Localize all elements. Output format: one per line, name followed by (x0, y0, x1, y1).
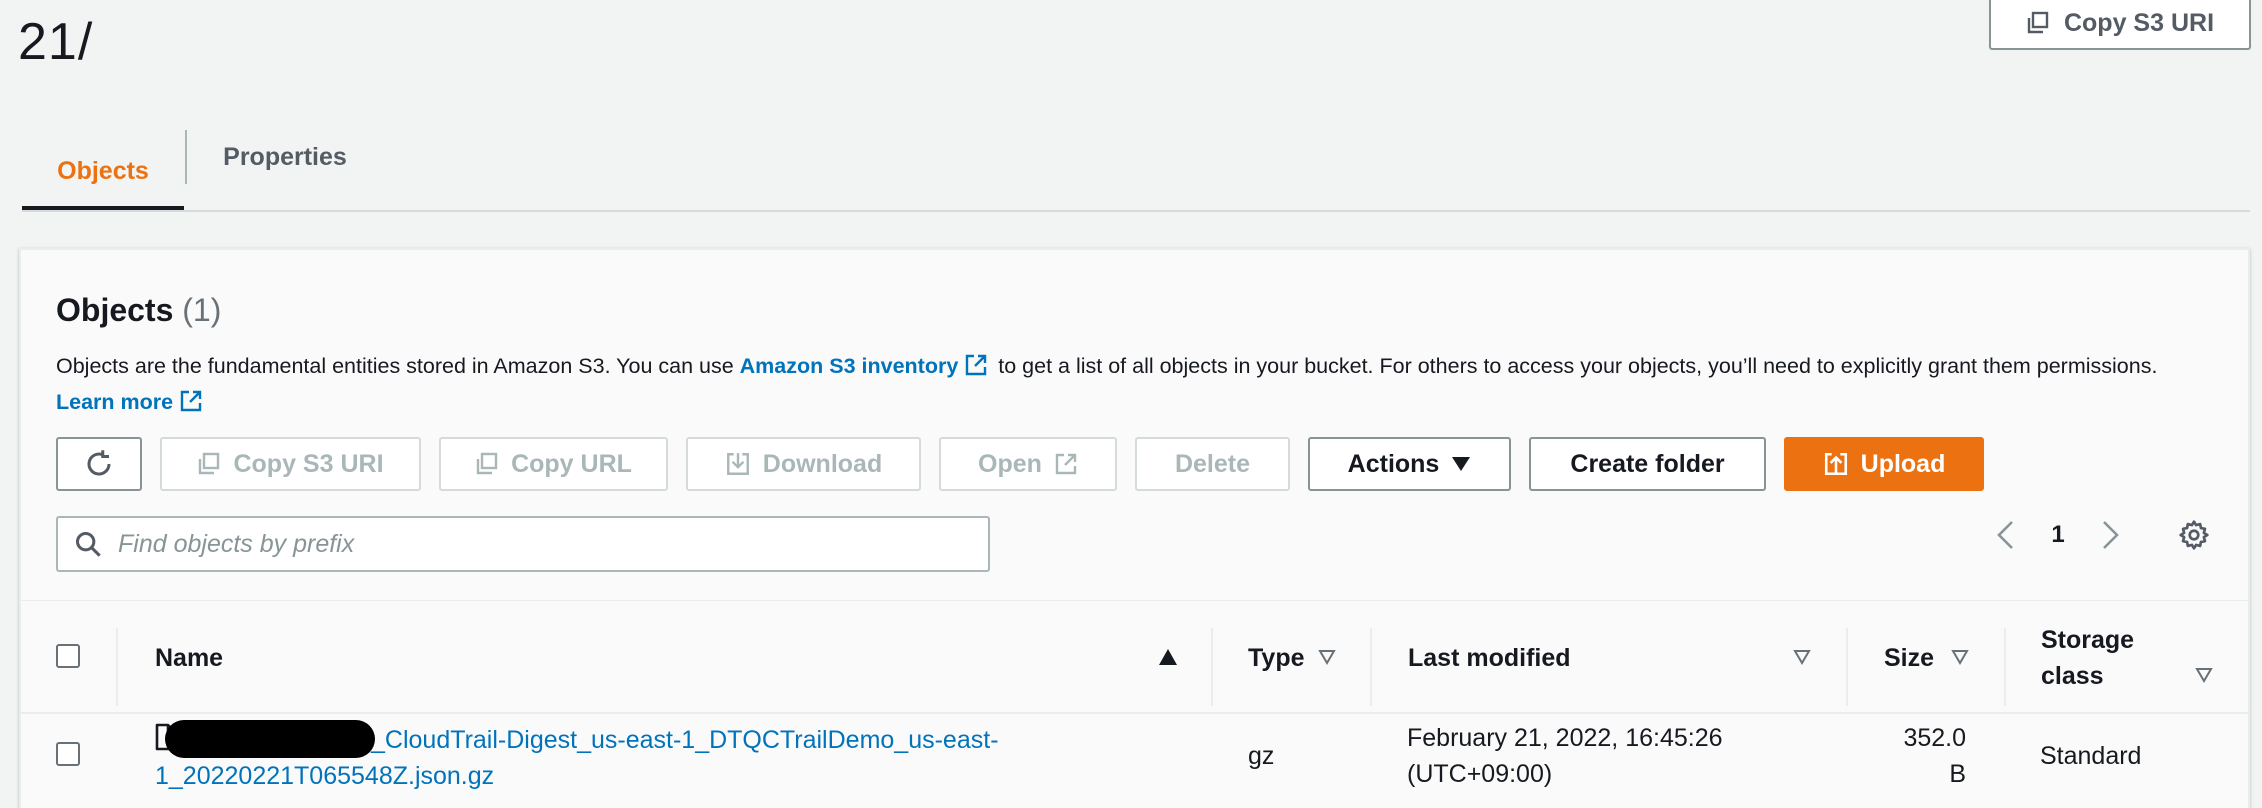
objects-heading-text: Objects (56, 292, 174, 328)
upload-icon (1824, 452, 1847, 476)
search-input[interactable] (118, 518, 988, 570)
object-type-cell: gz (1248, 742, 1275, 770)
search-box (56, 516, 990, 572)
column-separator (116, 628, 118, 706)
table-top-border (21, 600, 2250, 601)
sort-icon[interactable] (1318, 649, 1336, 665)
desc-text-1: Objects are the fundamental entities sto… (56, 354, 740, 378)
column-separator (2004, 628, 2006, 706)
download-label: Download (762, 449, 883, 478)
tab-separator (185, 130, 187, 184)
learn-more-link[interactable]: Learn more (56, 390, 173, 414)
copy-icon (199, 452, 220, 475)
column-separator (1370, 628, 1372, 706)
download-button[interactable]: Download (686, 437, 921, 491)
active-tab-indicator (22, 206, 184, 210)
size-line2: B (1949, 760, 1966, 788)
last-modified-line2: (UTC+09:00) (1407, 760, 1553, 788)
download-icon (726, 453, 749, 475)
object-size-cell: 352.0 B (1884, 720, 1966, 792)
redacted-prefix (165, 720, 375, 758)
actions-dropdown-button[interactable]: Actions (1308, 437, 1511, 491)
open-button[interactable]: Open (939, 437, 1117, 491)
row-checkbox[interactable] (56, 742, 80, 766)
page-title: 21/ (18, 13, 94, 71)
column-header-name[interactable]: Name (155, 644, 223, 673)
copy-icon (2027, 11, 2049, 34)
inventory-link[interactable]: Amazon S3 inventory (740, 354, 959, 378)
chevron-left-icon (1997, 521, 2013, 549)
object-name-line1: _CloudTrail-Digest_us-east-1_DTQCTrailDe… (155, 720, 999, 758)
column-header-last-modified[interactable]: Last modified (1408, 644, 1571, 673)
sort-icon[interactable] (1951, 649, 1969, 665)
preferences-button[interactable] (2176, 518, 2212, 552)
tab-objects[interactable]: Objects (22, 130, 184, 212)
size-line1: 352.0 (1903, 724, 1966, 752)
copy-s3-uri-label: Copy S3 URI (2063, 8, 2215, 37)
copy-s3-uri-toolbar-label: Copy S3 URI (233, 449, 384, 478)
refresh-button[interactable] (56, 437, 142, 491)
object-name-link-line2[interactable]: 1_20220221T065548Z.json.gz (155, 758, 999, 794)
external-link-icon (180, 390, 202, 412)
external-link-icon (1055, 453, 1077, 475)
sort-icon[interactable] (2195, 667, 2213, 683)
column-separator (1211, 628, 1213, 706)
caret-down-icon (1452, 457, 1471, 471)
copy-url-label: Copy URL (511, 449, 632, 478)
delete-label: Delete (1174, 449, 1251, 478)
select-all-checkbox[interactable] (56, 644, 80, 668)
object-storage-class-cell: Standard (2040, 742, 2142, 770)
copy-url-button[interactable]: Copy URL (439, 437, 668, 491)
search-icon (58, 530, 118, 558)
object-last-modified-cell: February 21, 2022, 16:45:26 (UTC+09:00) (1407, 720, 1723, 792)
actions-label: Actions (1347, 449, 1440, 478)
column-header-type[interactable]: Type (1248, 644, 1305, 673)
sort-icon[interactable] (1793, 649, 1811, 665)
page-number-current[interactable]: 1 (2040, 518, 2076, 552)
objects-description: Objects are the fundamental entities sto… (56, 348, 2186, 420)
open-label: Open (978, 449, 1042, 478)
copy-icon (476, 452, 498, 475)
upload-label: Upload (1860, 449, 1946, 478)
objects-count: (1) (182, 292, 222, 328)
tabs-divider (22, 210, 2250, 212)
delete-button[interactable]: Delete (1135, 437, 1290, 491)
previous-page-button[interactable] (1990, 518, 2020, 552)
column-header-storage-class-line1: Storage (2041, 626, 2135, 654)
sort-ascending-icon[interactable] (1158, 648, 1178, 666)
copy-s3-uri-button[interactable]: Copy S3 URI (1989, 0, 2251, 50)
refresh-icon (87, 450, 111, 476)
object-name-cell: _CloudTrail-Digest_us-east-1_DTQCTrailDe… (155, 720, 999, 794)
external-link-icon (966, 354, 987, 376)
tab-properties[interactable]: Properties (188, 130, 382, 184)
next-page-button[interactable] (2096, 518, 2126, 552)
create-folder-label: Create folder (1570, 449, 1725, 478)
upload-button[interactable]: Upload (1784, 437, 1984, 491)
column-header-size[interactable]: Size (1884, 644, 1934, 673)
objects-heading: Objects (1) (56, 292, 221, 329)
chevron-right-icon (2103, 521, 2119, 549)
copy-s3-uri-toolbar-button[interactable]: Copy S3 URI (160, 437, 421, 491)
create-folder-button[interactable]: Create folder (1529, 437, 1766, 491)
object-name-link[interactable]: _CloudTrail-Digest_us-east-1_DTQCTrailDe… (371, 726, 999, 754)
column-header-storage-class-line2: class (2041, 662, 2104, 690)
column-separator (1846, 628, 1848, 706)
desc-text-2: to get a list of all objects in your buc… (992, 354, 2158, 378)
table-header-border (21, 712, 2250, 714)
column-header-storage-class[interactable]: Storage class (2041, 622, 2134, 694)
gear-icon (2179, 520, 2209, 550)
last-modified-line1: February 21, 2022, 16:45:26 (1407, 724, 1723, 752)
